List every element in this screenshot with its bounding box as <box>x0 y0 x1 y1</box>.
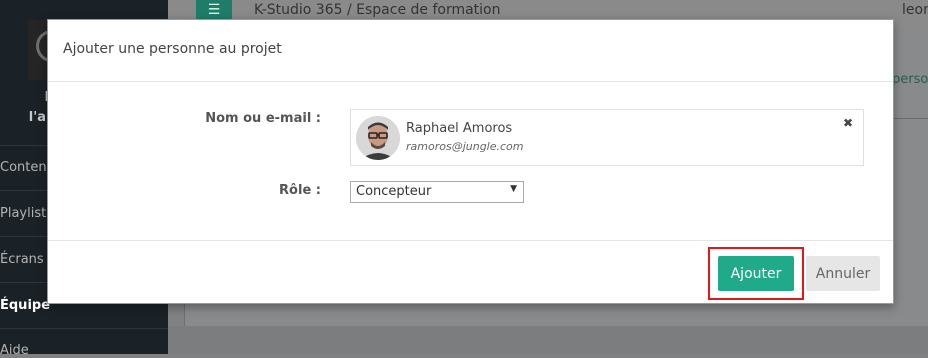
user-name[interactable]: leon <box>902 2 928 18</box>
chevron-down-icon: ▼ <box>510 184 517 194</box>
selected-person[interactable]: Raphael Amoros ramoros@jungle.com ✖ <box>350 109 864 166</box>
add-person-link[interactable]: perso <box>892 72 928 87</box>
remove-person-icon[interactable]: ✖ <box>843 116 853 130</box>
modal-title: Ajouter une personne au projet <box>63 41 282 57</box>
person-name: Raphael Amoros <box>406 121 513 136</box>
add-button[interactable]: Ajouter <box>718 256 794 291</box>
sidebar-item-aide[interactable]: Aide <box>0 343 29 358</box>
add-person-modal: Ajouter une personne au projet Nom ou e-… <box>47 19 894 304</box>
sidebar-item-equipe[interactable]: Équipe <box>0 298 50 313</box>
app-title: K-Studio 365 / Espace de formation <box>254 2 501 18</box>
modal-header: Ajouter une personne au projet <box>48 20 893 82</box>
sidebar-item-playlists[interactable]: Playlists <box>0 206 53 221</box>
role-select[interactable]: Concepteur ▼ <box>350 181 524 203</box>
name-email-label: Nom ou e-mail : <box>205 111 321 126</box>
role-select-value: Concepteur <box>356 184 432 199</box>
modal-footer: Ajouter Annuler <box>48 240 893 305</box>
bottom-strip <box>168 326 928 354</box>
role-label: Rôle : <box>279 183 321 198</box>
person-email: ramoros@jungle.com <box>406 140 524 153</box>
cancel-button[interactable]: Annuler <box>806 256 880 291</box>
avatar <box>356 116 400 160</box>
